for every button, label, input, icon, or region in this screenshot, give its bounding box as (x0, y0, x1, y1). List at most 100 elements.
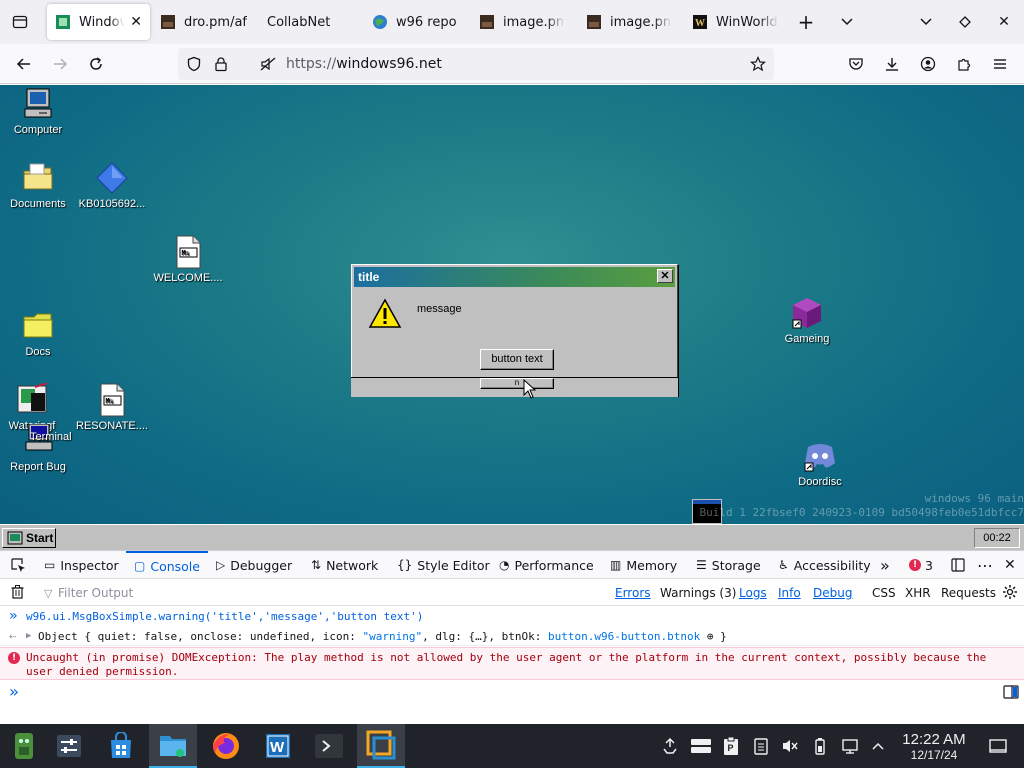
app-menu-button[interactable] (986, 50, 1014, 78)
network-tray-icon[interactable] (840, 736, 860, 756)
close-devtools-button[interactable]: ✕ (1004, 551, 1016, 579)
os-clock[interactable]: 12:22 AM 12/17/24 (896, 732, 972, 763)
filter-css[interactable]: CSS (872, 586, 896, 600)
bookmark-star-icon[interactable] (749, 56, 767, 76)
filter-logs[interactable]: Logs (739, 586, 767, 600)
battery-tray-icon[interactable] (810, 736, 830, 756)
maximize-window-button[interactable] (951, 8, 979, 36)
desktop-icon-resonate[interactable]: M↓ RESONATE.... (74, 383, 150, 432)
devtools-tab-bar: ▭ Inspector ▢ Console ▷ Debugger ⇅ Network {… (0, 551, 1024, 579)
tab-network[interactable]: ⇅ Network (311, 551, 378, 579)
result-button-ref[interactable]: button.w96-button.btnok (548, 630, 700, 643)
clipboard-tray-icon[interactable]: P (721, 736, 741, 756)
tray-expand-button[interactable] (868, 736, 888, 756)
tab-windows96[interactable]: Window ✕ (47, 4, 150, 40)
msgbox-titlebar[interactable]: title ✕ (354, 267, 675, 287)
pocket-button[interactable] (842, 50, 870, 78)
image-favicon-icon (479, 14, 495, 30)
discover-store-button[interactable] (97, 724, 145, 768)
result-object[interactable]: Object { quiet: false, onclose: undefine… (38, 627, 727, 646)
dock-side-button[interactable] (951, 551, 965, 579)
desktop-icon-documents[interactable]: Documents (0, 161, 76, 210)
tracking-protection-shield-icon[interactable] (186, 56, 202, 76)
wordprocessor-button[interactable]: W (254, 724, 302, 768)
w96-desktop[interactable]: Computer Documents KB0105692... M↓ WELCO… (0, 85, 1024, 524)
desktop-icon-terminal-label[interactable]: Terminal (30, 431, 72, 443)
volume-muted-tray-icon[interactable] (780, 736, 800, 756)
system-settings-button[interactable] (45, 724, 93, 768)
desktop-icon-doordisc[interactable]: Doordisc (782, 439, 858, 488)
tab-list-button[interactable] (6, 8, 34, 36)
tab-debugger[interactable]: ▷ Debugger (216, 551, 292, 579)
tab-w96-repo[interactable]: w96 repo (364, 4, 468, 40)
updates-tray-icon[interactable] (660, 736, 680, 756)
list-all-tabs-button[interactable] (833, 8, 861, 36)
tab-collabnet[interactable]: CollabNet (259, 4, 359, 40)
minimize-window-button[interactable] (912, 8, 940, 36)
tab-image-2[interactable]: image.png (578, 4, 682, 40)
clear-console-button[interactable] (11, 585, 24, 603)
tab-console[interactable]: ▢ Console (126, 551, 208, 579)
error-count-badge[interactable]: ! 3 (909, 551, 933, 579)
select-node-icon[interactable]: ⊕ (700, 630, 714, 643)
w96-start-button[interactable]: Start (2, 528, 56, 548)
account-button[interactable] (914, 50, 942, 78)
tab-title: image.png (503, 14, 565, 30)
notes-tray-icon[interactable] (751, 736, 771, 756)
file-manager-button[interactable] (149, 724, 197, 768)
diamond-icon (959, 16, 971, 28)
more-tools-button[interactable]: » (880, 551, 890, 579)
console-toolbar: ▽ Filter Output Errors Warnings (3) Logs… (0, 580, 1024, 606)
filter-errors[interactable]: Errors (615, 586, 651, 600)
firefox-button[interactable] (202, 724, 250, 768)
desktop-icon-kb0105692[interactable]: KB0105692... (74, 161, 150, 210)
msgbox-close-button[interactable]: ✕ (657, 269, 673, 283)
back-button[interactable] (10, 50, 38, 78)
close-tab-icon[interactable]: ✕ (130, 14, 142, 30)
msgbox-ok-button[interactable]: button text (480, 349, 554, 370)
result-mid: , dlg: {…}, btnOk: (422, 630, 548, 643)
filter-warnings[interactable]: Warnings (3) (660, 586, 736, 600)
lock-icon[interactable] (213, 56, 229, 76)
filter-output-input[interactable]: Filter Output (58, 586, 133, 600)
tab-overview-icon (12, 15, 28, 29)
devtools-options-button[interactable]: ⋯ (977, 551, 993, 579)
autoplay-blocked-icon[interactable] (260, 56, 276, 76)
filter-info[interactable]: Info (778, 586, 801, 600)
editor-mode-button[interactable] (1003, 685, 1019, 702)
extensions-button[interactable] (950, 50, 978, 78)
desktop-icon-gameing[interactable]: Gameing (769, 296, 845, 345)
close-window-button[interactable]: ✕ (990, 8, 1018, 36)
downloads-button[interactable] (878, 50, 906, 78)
tab-image-1[interactable]: image.png (471, 4, 575, 40)
terminal-button[interactable] (305, 724, 353, 768)
element-picker-button[interactable] (6, 551, 30, 579)
console-input-line[interactable]: » (0, 683, 1024, 703)
app-launcher-button[interactable] (0, 724, 48, 768)
tab-performance[interactable]: ◔ Performance (499, 551, 594, 579)
tab-memory[interactable]: ▥ Memory (610, 551, 677, 579)
url-bar[interactable]: https://windows96.net (178, 48, 774, 80)
console-settings-button[interactable] (1002, 584, 1018, 604)
tab-accessibility[interactable]: ♿ Accessibility (778, 551, 871, 579)
drive-tray-icon[interactable] (690, 736, 712, 756)
warning-message-box[interactable]: title ✕ message button text n (351, 264, 678, 397)
new-tab-button[interactable]: + (792, 8, 820, 36)
expand-object-icon[interactable]: ▶ (26, 627, 31, 646)
reload-button[interactable] (82, 50, 110, 78)
tab-dro[interactable]: dro.pm/af (152, 4, 260, 40)
filter-requests[interactable]: Requests (941, 586, 996, 600)
filter-debug[interactable]: Debug (813, 586, 852, 600)
tab-inspector[interactable]: ▭ Inspector (44, 551, 119, 579)
msgbox-ghost-button[interactable]: n (480, 378, 554, 389)
desktop-icon-welcome[interactable]: M↓ WELCOME.... (150, 235, 226, 284)
tab-style-editor[interactable]: {} Style Editor (397, 551, 490, 579)
filter-xhr[interactable]: XHR (905, 586, 931, 600)
tab-storage[interactable]: ☰ Storage (696, 551, 761, 579)
virtualbox-button[interactable] (357, 724, 405, 768)
tab-winworld[interactable]: W WinWorld (684, 4, 788, 40)
desktop-icon-computer[interactable]: Computer (0, 87, 76, 136)
forward-button[interactable] (46, 50, 74, 78)
show-desktop-button[interactable] (988, 736, 1008, 756)
desktop-icon-docs[interactable]: Docs (0, 309, 76, 358)
